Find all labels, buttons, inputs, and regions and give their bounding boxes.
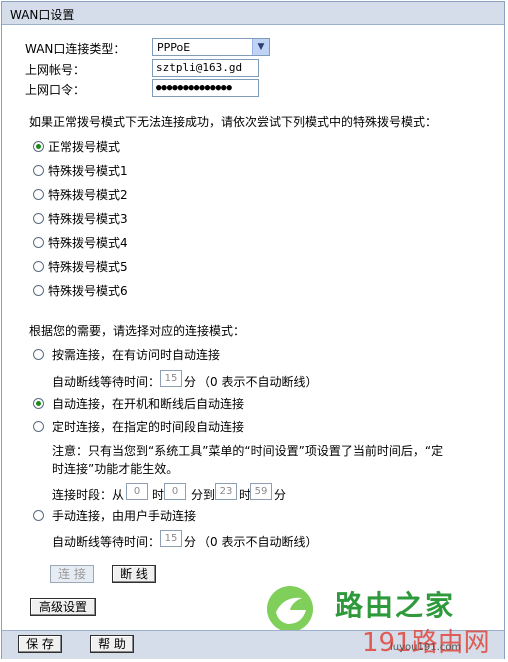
conn-mode-hint: 根据您的需要，请选择对应的连接模式：	[29, 324, 246, 338]
watermark-text: 路由之家	[335, 589, 456, 622]
hour-unit-1: 时	[152, 488, 165, 502]
idle2-unit: 分	[184, 535, 197, 549]
account-label: 上网帐号：	[25, 63, 86, 77]
title-bar: WAN口设置	[2, 2, 504, 25]
password-input[interactable]: ●●●●●●●●●●●●●●	[152, 79, 259, 97]
radio-dial-mode-4[interactable]	[33, 237, 44, 248]
password-label: 上网口令：	[25, 83, 86, 97]
wan-type-select[interactable]: PPPoE ▼	[152, 38, 270, 56]
from-hour-input[interactable]: 0	[126, 483, 148, 500]
idle-note: （0 表示不自动断线）	[198, 375, 318, 389]
dial-mode-label: 特殊拨号模式4	[48, 236, 128, 250]
radio-dial-mode-6[interactable]	[33, 285, 44, 296]
dial-mode-label: 特殊拨号模式2	[48, 188, 128, 202]
to-hour-input[interactable]: 23	[215, 483, 237, 500]
page-title: WAN口设置	[10, 8, 75, 22]
idle2-minutes-input[interactable]: 15	[160, 530, 182, 547]
timed-label: 定时连接，在指定的时间段自动连接	[52, 420, 245, 434]
idle-unit: 分	[184, 375, 197, 389]
dial-mode-hint: 如果正常拨号模式下无法连接成功，请依次尝试下列模式中的特殊拨号模式：	[29, 115, 438, 129]
idle2-note: （0 表示不自动断线）	[198, 535, 318, 549]
radio-dial-mode-5[interactable]	[33, 261, 44, 272]
idle-label: 自动断线等待时间：	[52, 375, 161, 389]
help-button[interactable]: 帮 助	[90, 635, 134, 653]
wan-type-value: PPPoE	[157, 41, 191, 54]
radio-auto[interactable]	[33, 398, 44, 409]
idle-minutes-input[interactable]: 15	[160, 370, 182, 387]
disconnect-button[interactable]: 断 线	[112, 565, 156, 583]
dial-mode-label: 特殊拨号模式5	[48, 260, 128, 274]
radio-dial-mode-2[interactable]	[33, 189, 44, 200]
to-min-input[interactable]: 59	[250, 483, 272, 500]
from-min-input[interactable]: 0	[164, 483, 186, 500]
min-unit: 分	[274, 488, 287, 502]
connect-button[interactable]: 连 接	[50, 565, 94, 583]
dial-mode-label: 正常拨号模式	[48, 140, 121, 154]
dial-mode-label: 特殊拨号模式3	[48, 212, 128, 226]
save-button[interactable]: 保 存	[18, 635, 62, 653]
timed-note-line2: 时连接”功能才能生效。	[52, 462, 179, 476]
advanced-settings-button[interactable]: 高级设置	[30, 598, 96, 616]
radio-dial-mode-1[interactable]	[33, 165, 44, 176]
wan-type-label: WAN口连接类型：	[25, 42, 126, 56]
idle2-label: 自动断线等待时间：	[52, 535, 161, 549]
manual-label: 手动连接，由用户手动连接	[52, 509, 197, 523]
radio-dial-mode-0[interactable]	[33, 141, 44, 152]
watermark-number: 191路由网	[362, 628, 490, 658]
watermark-logo	[267, 586, 313, 632]
dial-mode-label: 特殊拨号模式6	[48, 284, 128, 298]
radio-on-demand[interactable]	[33, 349, 44, 360]
chevron-down-icon[interactable]: ▼	[252, 39, 269, 55]
radio-dial-mode-3[interactable]	[33, 213, 44, 224]
watermark-sub: luyou191.com	[390, 642, 462, 653]
dial-mode-label: 特殊拨号模式1	[48, 164, 128, 178]
radio-manual[interactable]	[33, 510, 44, 521]
timed-note-line1: 注意：只有当您到“系统工具”菜单的“时间设置”项设置了当前时间后，“定	[52, 444, 444, 458]
on-demand-label: 按需连接，在有访问时自动连接	[52, 348, 221, 362]
period-label: 连接时段：从	[52, 488, 125, 502]
radio-timed[interactable]	[33, 421, 44, 432]
to-label: 分到	[191, 488, 216, 502]
auto-label: 自动连接，在开机和断线后自动连接	[52, 397, 245, 411]
account-input[interactable]: sztpli@163.gd	[152, 59, 259, 77]
